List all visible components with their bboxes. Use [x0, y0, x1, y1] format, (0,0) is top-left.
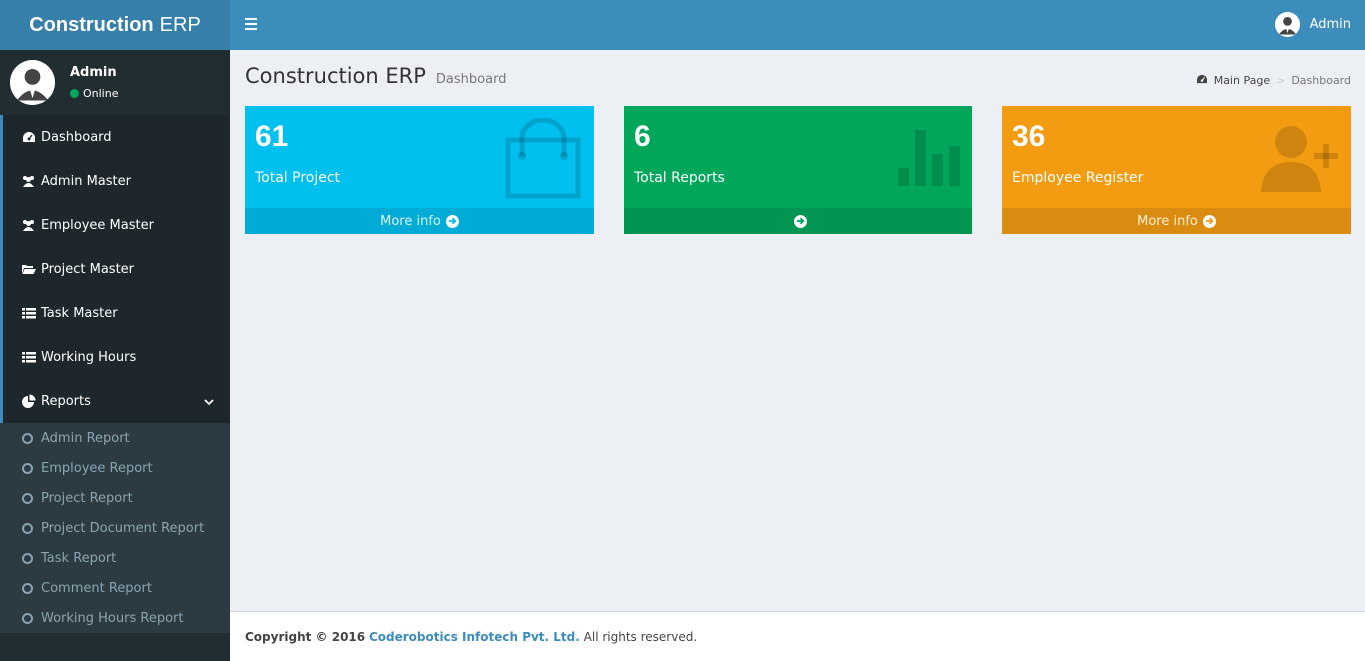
stat-value: 36: [1012, 120, 1046, 153]
footer-rights: All rights reserved.: [583, 630, 698, 644]
breadcrumb-home-link[interactable]: Main Page: [1214, 74, 1270, 87]
submenu-working-hours-report[interactable]: Working Hours Report: [0, 603, 230, 633]
footer-copyright: Copyright © 2016: [245, 630, 366, 644]
submenu-label: Project Report: [41, 490, 133, 506]
circle-icon: [22, 612, 33, 624]
app-logo[interactable]: Construction ERP: [0, 0, 230, 50]
breadcrumb: Main Page > Dashboard: [1196, 74, 1351, 87]
sidebar-item-label: Working Hours: [41, 349, 137, 365]
logo-bold: Construction: [29, 13, 154, 36]
sidebar-item-employee-master[interactable]: Employee Master: [0, 203, 230, 247]
online-dot-icon: [70, 89, 79, 98]
sidebar-item-label: Dashboard: [41, 129, 112, 145]
stat-value: 6: [634, 120, 651, 153]
sidebar-item-label: Task Master: [41, 305, 118, 321]
circle-icon: [22, 582, 33, 594]
breadcrumb-separator: >: [1276, 74, 1286, 87]
sidebar-item-task-master[interactable]: Task Master: [0, 291, 230, 335]
avatar: [10, 60, 55, 105]
sidebar-item-dashboard[interactable]: Dashboard: [0, 115, 230, 159]
submenu-comment-report[interactable]: Comment Report: [0, 573, 230, 603]
more-info-link[interactable]: More info: [1002, 208, 1351, 234]
avatar: [1274, 12, 1300, 37]
submenu-label: Working Hours Report: [41, 610, 184, 626]
submenu-project-report[interactable]: Project Report: [0, 483, 230, 513]
dashboard-icon: [1196, 74, 1208, 87]
arrow-circle-right-icon: [445, 214, 459, 228]
reports-submenu: Admin Report Employee Report Project Rep…: [0, 423, 230, 633]
user-plus-icon: [1259, 124, 1341, 198]
user-panel: Admin Online: [0, 50, 230, 115]
sidebar-item-label: Reports: [41, 393, 91, 409]
logo-light: ERP: [159, 13, 201, 36]
page-subtitle: Dashboard: [435, 72, 507, 87]
circle-icon: [22, 432, 33, 444]
page-footer: Copyright © 2016 Coderobotics Infotech P…: [230, 611, 1365, 661]
sidebar-item-label: Employee Master: [41, 217, 154, 233]
hamburger-menu-icon[interactable]: [245, 18, 257, 30]
pie-chart-icon: [21, 394, 36, 408]
submenu-task-report[interactable]: Task Report: [0, 543, 230, 573]
stat-label: Total Project: [255, 170, 341, 186]
page-title: Construction ERP: [245, 64, 426, 88]
bar-chart-icon: [896, 128, 962, 192]
stat-box-total-project: 61 Total Project More info: [245, 106, 594, 234]
footer-label: More info: [380, 213, 441, 229]
sidebar: Admin Online Dashboard Admin Master Empl…: [0, 50, 230, 661]
sidebar-item-label: Admin Master: [41, 173, 131, 189]
submenu-project-document-report[interactable]: Project Document Report: [0, 513, 230, 543]
chevron-down-icon: [204, 395, 214, 410]
circle-icon: [22, 522, 33, 534]
breadcrumb-current: Dashboard: [1291, 74, 1351, 87]
submenu-label: Comment Report: [41, 580, 152, 596]
dashboard-icon: [21, 130, 36, 144]
sidebar-user-name: Admin: [70, 65, 117, 80]
nav-user-menu[interactable]: Admin: [1274, 12, 1351, 37]
submenu-admin-report[interactable]: Admin Report: [0, 423, 230, 453]
nav-user-name: Admin: [1309, 17, 1351, 32]
stat-label: Total Reports: [634, 170, 725, 186]
stat-label: Employee Register: [1012, 170, 1144, 186]
more-info-link[interactable]: [624, 208, 972, 234]
footer-company-link[interactable]: Coderobotics Infotech Pvt. Ltd.: [369, 630, 580, 644]
submenu-label: Project Document Report: [41, 520, 205, 536]
status-text: Online: [83, 87, 119, 100]
submenu-label: Employee Report: [41, 460, 153, 476]
circle-icon: [22, 492, 33, 504]
submenu-employee-report[interactable]: Employee Report: [0, 453, 230, 483]
circle-icon: [22, 462, 33, 474]
arrow-circle-right-icon: [794, 214, 807, 228]
stat-value: 61: [255, 120, 289, 153]
stat-box-total-reports: 6 Total Reports: [624, 106, 972, 234]
submenu-label: Task Report: [41, 550, 117, 566]
more-info-link[interactable]: More info: [245, 208, 594, 234]
users-icon: [21, 218, 36, 232]
folder-open-icon: [21, 262, 36, 276]
top-navbar: Admin: [230, 0, 1365, 50]
sidebar-item-admin-master[interactable]: Admin Master: [0, 159, 230, 203]
status-badge: Online: [70, 87, 118, 100]
sidebar-menu: Dashboard Admin Master Employee Master P…: [0, 115, 230, 423]
sidebar-item-label: Project Master: [41, 261, 135, 277]
footer-label: More info: [1137, 213, 1198, 229]
stat-box-employee-register: 36 Employee Register More info: [1002, 106, 1351, 234]
sidebar-item-working-hours[interactable]: Working Hours: [0, 335, 230, 379]
users-icon: [21, 174, 36, 188]
shopping-bag-icon: [502, 117, 584, 204]
sidebar-item-reports[interactable]: Reports: [0, 379, 230, 423]
sidebar-item-project-master[interactable]: Project Master: [0, 247, 230, 291]
list-icon: [21, 306, 36, 320]
list-icon: [21, 350, 36, 364]
circle-icon: [22, 552, 33, 564]
arrow-circle-right-icon: [1202, 214, 1216, 228]
submenu-label: Admin Report: [41, 430, 130, 446]
content-header: Construction ERP Dashboard: [245, 64, 506, 88]
